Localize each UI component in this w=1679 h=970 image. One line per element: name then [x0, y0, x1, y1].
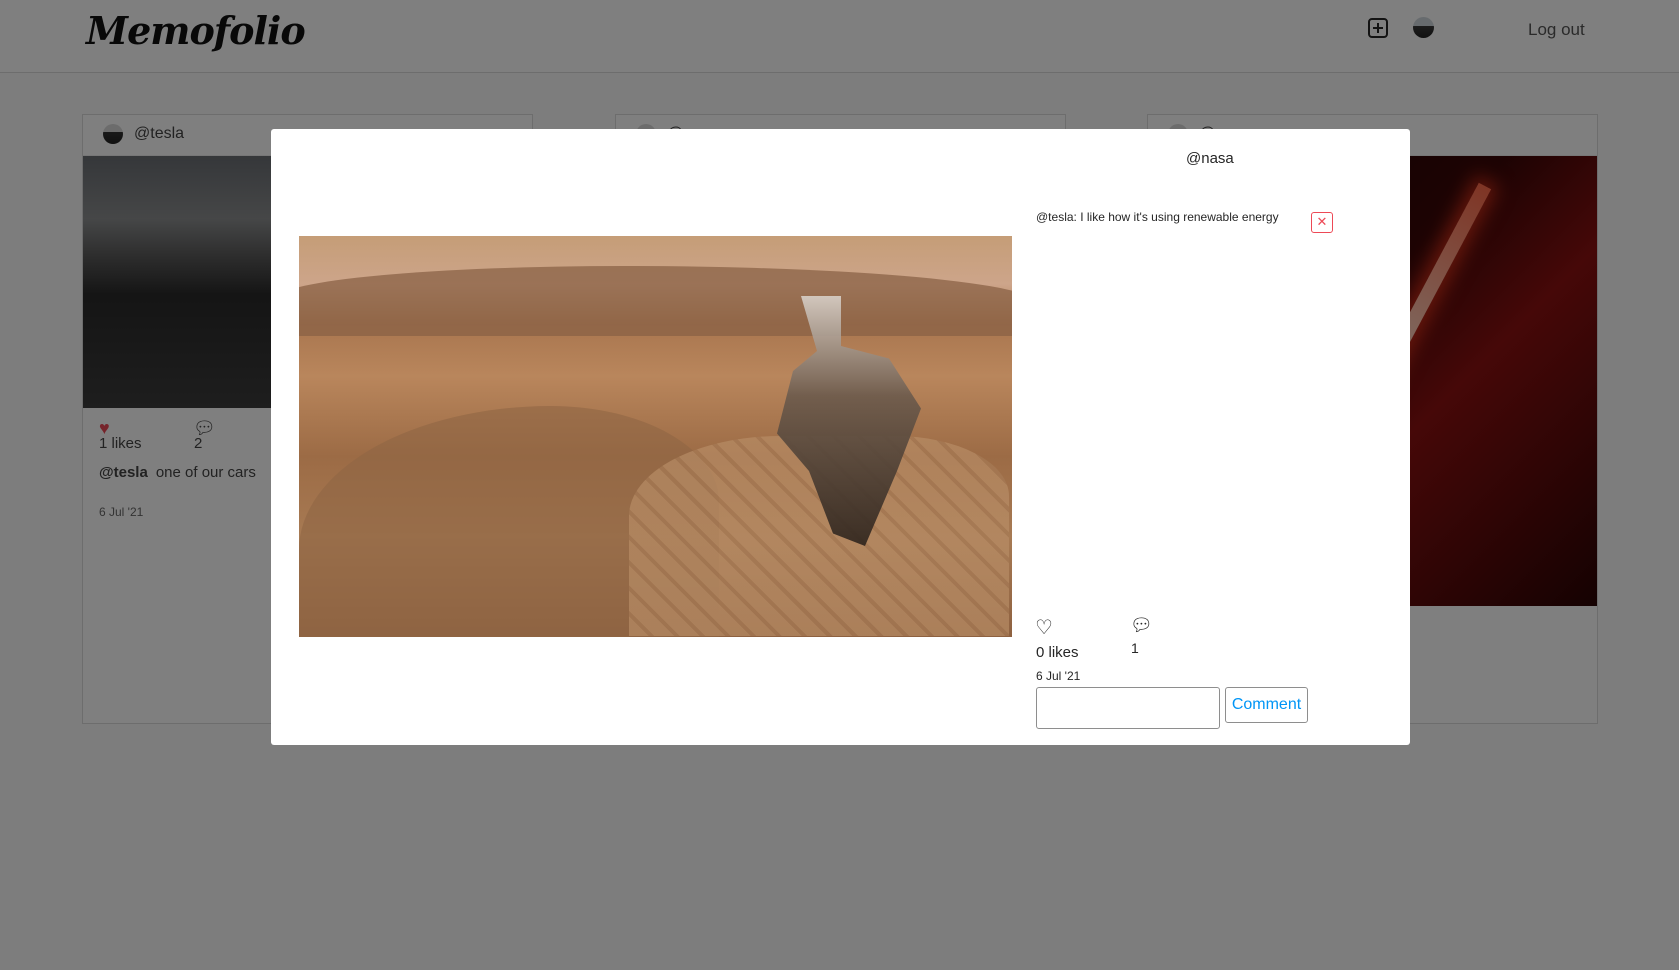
comment-button[interactable]: Comment [1225, 687, 1308, 723]
comments-count: 1 [1131, 640, 1139, 656]
modal-username[interactable]: @nasa [1186, 150, 1234, 167]
heart-icon[interactable]: ♡ [1035, 615, 1053, 640]
comment-input[interactable] [1036, 687, 1220, 729]
post-image [299, 236, 1012, 637]
comment-bubble-icon[interactable]: 💬︎ [1130, 615, 1153, 636]
post-date: 6 Jul '21 [1036, 669, 1081, 683]
delete-comment-button[interactable]: ✕ [1311, 212, 1333, 233]
image-detail [299, 266, 1012, 336]
close-icon: ✕ [1316, 214, 1328, 229]
comment-text: @tesla: I like how it's using renewable … [1036, 210, 1279, 224]
post-modal: @nasa @tesla: I like how it's using rene… [271, 129, 1410, 745]
likes-count: 0 likes [1036, 644, 1079, 661]
